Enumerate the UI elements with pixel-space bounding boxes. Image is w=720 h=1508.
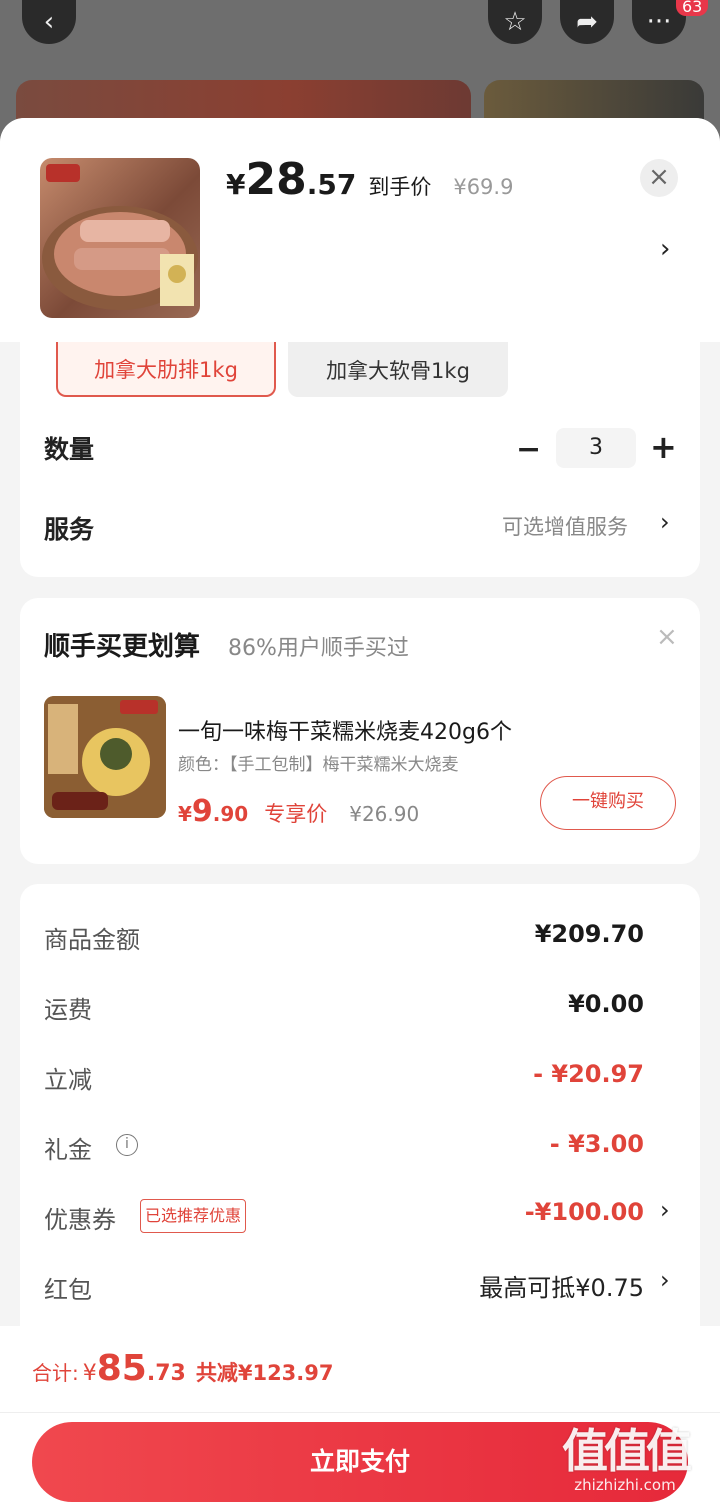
- chevron-left-icon: ‹: [43, 7, 55, 37]
- product-image: [40, 158, 200, 318]
- upsell-price: ¥ 9 .90 专享价 ¥26.90: [178, 794, 419, 829]
- notification-badge: 63: [676, 0, 709, 16]
- upsell-price-currency: ¥: [178, 802, 192, 826]
- purchase-sheet: ¥ 28 .57 到手价 ¥69.9 × › 加拿大肋排1kg 加拿大软骨1kg…: [0, 118, 720, 1508]
- product-price: ¥ 28 .57 到手价 ¥69.9: [226, 154, 513, 205]
- divider: [0, 1412, 720, 1413]
- close-icon: ×: [648, 162, 670, 192]
- chevron-right-icon[interactable]: ›: [660, 1266, 670, 1294]
- red-packet-label: 红包: [44, 1276, 92, 1304]
- coupon-label: 优惠券: [44, 1206, 116, 1234]
- instant-discount-label: 立减: [44, 1066, 92, 1094]
- coupon-recommend-tag: 已选推荐优惠: [140, 1199, 247, 1233]
- price-currency: ¥: [226, 168, 246, 201]
- red-packet-value[interactable]: 最高可抵¥0.75: [479, 1268, 644, 1303]
- checkout-footer: 合计: ¥ 85 .73 共减¥123.97 立即支付 值值值 zhizhizh…: [0, 1326, 720, 1508]
- more-icon: ···: [646, 7, 672, 37]
- chevron-right-icon[interactable]: ›: [660, 1196, 670, 1224]
- watermark-site: zhizhizhi.com: [574, 1476, 676, 1494]
- total-integer: 85: [96, 1348, 147, 1389]
- star-icon: ☆: [503, 7, 527, 37]
- shipping-label: 运费: [44, 996, 92, 1024]
- total-label: 合计:: [32, 1361, 79, 1385]
- price-decimal: .57: [306, 168, 357, 201]
- total-price: 合计: ¥ 85 .73 共减¥123.97: [32, 1348, 334, 1389]
- total-currency: ¥: [82, 1361, 97, 1386]
- info-icon[interactable]: i: [116, 1134, 138, 1156]
- upsell-subtitle: 86%用户顺手买过: [228, 636, 409, 661]
- upsell-price-decimal: .90: [212, 802, 249, 826]
- original-price: ¥69.9: [453, 175, 514, 199]
- site-watermark: 值值值 zhizhizhi.com: [562, 1424, 692, 1494]
- instant-discount-value: - ¥20.97: [533, 1060, 644, 1088]
- goods-amount-value: ¥209.70: [534, 920, 644, 948]
- upsell-product-name[interactable]: 一旬一味梅干菜糯米烧麦420g6个: [178, 714, 512, 746]
- watermark-logo: 值值值: [562, 1424, 692, 1478]
- quantity-decrease-button[interactable]: −: [516, 432, 541, 467]
- goods-amount-label: 商品金额: [44, 926, 140, 954]
- upsell-price-label: 专享价: [264, 802, 328, 826]
- price-integer: 28: [245, 154, 307, 205]
- gift-money-label: 礼金: [44, 1136, 92, 1164]
- upsell-title: 顺手买更划算: [44, 632, 201, 662]
- shipping-value: ¥0.00: [568, 990, 644, 1018]
- share-icon: ➦: [576, 7, 598, 37]
- chevron-right-icon[interactable]: ›: [660, 508, 670, 536]
- service-label: 服务: [44, 515, 95, 544]
- quantity-input[interactable]: 3: [556, 428, 636, 468]
- upsell-image-graphic: [44, 696, 166, 818]
- close-button[interactable]: ×: [640, 159, 678, 197]
- total-saved: 共减¥123.97: [195, 1361, 334, 1385]
- sheet-header: ¥ 28 .57 到手价 ¥69.9 × ›: [0, 118, 720, 342]
- one-click-buy-button[interactable]: 一键购买: [540, 776, 676, 830]
- chevron-right-icon[interactable]: ›: [660, 234, 670, 264]
- upsell-card: 顺手买更划算 86%用户顺手买过 × 一旬一味梅干菜糯米烧麦420g6个 颜色：…: [20, 598, 700, 864]
- spec-card: 加拿大肋排1kg 加拿大软骨1kg 数量 − 3 + 服务 可选增值服务 ›: [20, 342, 700, 577]
- spec-option-selected[interactable]: 加拿大肋排1kg: [56, 342, 276, 397]
- total-decimal: .73: [146, 1361, 186, 1386]
- service-value[interactable]: 可选增值服务: [502, 511, 628, 541]
- upsell-original-price: ¥26.90: [349, 802, 420, 826]
- coupon-value[interactable]: -¥100.00: [525, 1198, 644, 1226]
- quantity-increase-button[interactable]: +: [650, 428, 677, 466]
- upsell-product-image: [44, 696, 166, 818]
- gift-money-value: - ¥3.00: [549, 1130, 644, 1158]
- price-label: 到手价: [368, 175, 432, 199]
- upsell-price-integer: 9: [191, 794, 213, 829]
- close-icon[interactable]: ×: [656, 622, 678, 652]
- price-summary-card: 商品金额 ¥209.70 运费 ¥0.00 立减 - ¥20.97 礼金 i -…: [20, 884, 700, 1384]
- product-image-graphic: [42, 164, 198, 310]
- upsell-product-variant: 颜色：【手工包制】梅干菜糯米大烧麦: [178, 755, 459, 775]
- spec-option[interactable]: 加拿大软骨1kg: [288, 342, 508, 397]
- quantity-label: 数量: [44, 435, 95, 464]
